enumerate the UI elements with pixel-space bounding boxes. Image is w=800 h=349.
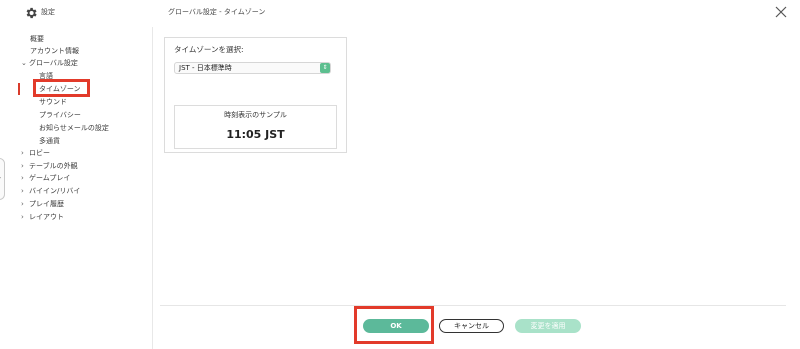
chevron-right-icon: › [21,174,24,182]
title-bar: 設定 グローバル設定 - タイムゾーン [0,0,800,27]
chevron-right-icon: › [0,173,1,182]
chevron-down-icon: ⌄ [21,59,27,67]
footer-divider [160,305,786,306]
sidebar-item-multi-currency[interactable]: 多通貨 [39,136,60,146]
time-sample-box: 時刻表示のサンプル 11:05 JST [174,105,337,149]
sidebar-item-account-info[interactable]: アカウント情報 [30,46,79,56]
timezone-select-value: JST - 日本標準時 [179,64,232,72]
chevron-right-icon: › [21,149,24,157]
sidebar-item-gameplay[interactable]: › ゲームプレイ [21,173,70,183]
sidebar-item-privacy[interactable]: プライバシー [39,110,81,120]
cancel-button[interactable]: キャンセル [439,319,504,333]
sidebar-item-timezone[interactable]: タイムゾーン [39,84,81,94]
sidebar-item-lobby[interactable]: › ロビー [21,148,50,158]
timezone-select-label: タイムゾーンを選択: [174,45,244,54]
sidebar-item-play-history[interactable]: › プレイ履歴 [21,199,64,209]
timezone-panel: タイムゾーンを選択: JST - 日本標準時 ⇕ 時刻表示のサンプル 11:05… [164,37,347,153]
apply-changes-button[interactable]: 変更を適用 [515,319,581,333]
gear-icon [26,7,37,19]
timezone-select[interactable]: JST - 日本標準時 ⇕ [174,62,331,74]
time-sample-value: 11:05 JST [226,128,285,141]
updown-arrows-icon: ⇕ [320,63,330,73]
ok-button[interactable]: OK [363,319,429,333]
sidebar-item-overview[interactable]: 概要 [30,34,44,44]
chevron-right-icon: › [21,162,24,170]
window-title: グローバル設定 - タイムゾーン [168,8,266,16]
sidebar-item-table-appearance[interactable]: › テーブルの外観 [21,161,78,171]
sidebar-item-email-notifications[interactable]: お知らせメールの設定 [39,123,109,133]
sidebar-item-buyin-rebuy[interactable]: › バイイン/リバイ [21,186,80,196]
sidebar-item-layout[interactable]: › レイアウト [21,212,64,222]
sidebar-collapse-handle[interactable]: › [0,158,5,200]
chevron-right-icon: › [21,213,24,221]
chevron-right-icon: › [21,187,24,195]
time-sample-title: 時刻表示のサンプル [224,111,287,119]
sidebar-item-global-settings[interactable]: ⌄ グローバル設定 [21,58,78,68]
active-indicator [18,83,20,95]
close-icon[interactable] [773,4,789,20]
sidebar-item-sound[interactable]: サウンド [39,97,67,107]
chevron-right-icon: › [21,200,24,208]
app-label: 設定 [41,8,55,16]
